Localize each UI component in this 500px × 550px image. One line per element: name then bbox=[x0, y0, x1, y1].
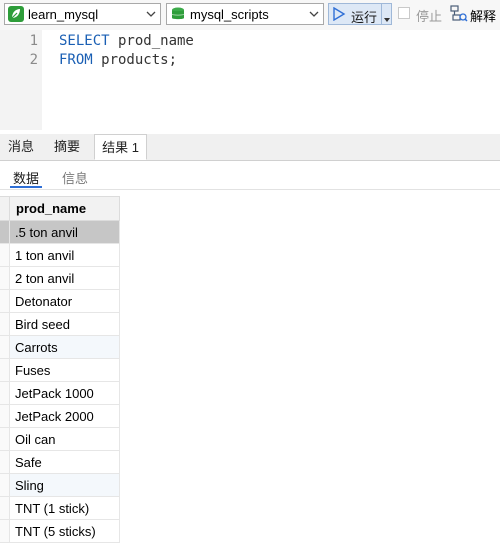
line-number: 1 bbox=[29, 33, 38, 49]
table-cell: Sling bbox=[15, 478, 44, 493]
table-cell: Bird seed bbox=[15, 317, 70, 332]
table-row[interactable]: TNT (5 sticks) bbox=[0, 520, 120, 543]
table-cell: Fuses bbox=[15, 363, 51, 378]
sql-keyword: SELECT bbox=[59, 33, 110, 49]
connection-label: learn_mysql bbox=[28, 7, 99, 22]
chevron-down-icon bbox=[146, 7, 156, 21]
database-label: mysql_scripts bbox=[190, 7, 269, 22]
table-row[interactable]: JetPack 1000 bbox=[0, 382, 120, 405]
table-cell: Oil can bbox=[15, 432, 56, 447]
code-line[interactable]: FROM products; bbox=[59, 52, 177, 68]
table-row[interactable]: Carrots bbox=[0, 336, 120, 359]
tab-messages[interactable]: 消息 bbox=[0, 134, 42, 160]
table-cell: TNT (5 sticks) bbox=[15, 524, 96, 539]
row-marker[interactable] bbox=[0, 497, 10, 519]
table-row[interactable]: 2 ton anvil bbox=[0, 267, 120, 290]
run-button[interactable]: 运行 bbox=[328, 3, 392, 25]
row-marker[interactable] bbox=[0, 336, 10, 358]
play-icon bbox=[332, 6, 346, 22]
row-marker[interactable] bbox=[0, 520, 10, 542]
explain-icon bbox=[450, 5, 468, 23]
table-cell: 1 ton anvil bbox=[15, 248, 75, 263]
database-select[interactable]: mysql_scripts bbox=[166, 3, 324, 25]
subtab-data[interactable]: 数据 bbox=[13, 168, 39, 187]
sql-keyword: FROM bbox=[59, 52, 93, 68]
table-cell: JetPack 2000 bbox=[15, 409, 94, 424]
table-cell: JetPack 1000 bbox=[15, 386, 94, 401]
table-cell: Safe bbox=[15, 455, 42, 470]
table-row[interactable]: TNT (1 stick) bbox=[0, 497, 120, 520]
row-marker[interactable] bbox=[0, 405, 10, 427]
table-row[interactable]: JetPack 2000 bbox=[0, 405, 120, 428]
connection-select[interactable]: learn_mysql bbox=[4, 3, 161, 25]
table-cell: TNT (1 stick) bbox=[15, 501, 90, 516]
toolbar: learn_mysql mysql_scripts 运行 停止 解释 bbox=[0, 0, 500, 30]
database-icon bbox=[170, 6, 186, 22]
line-number-gutter: 1 2 bbox=[0, 30, 42, 130]
tab-summary[interactable]: 摘要 bbox=[46, 134, 88, 160]
row-header-corner bbox=[0, 197, 10, 220]
result-tabs: 消息 摘要 结果 1 bbox=[0, 134, 500, 161]
divider bbox=[0, 189, 500, 190]
row-marker[interactable] bbox=[0, 267, 10, 289]
active-subtab-indicator bbox=[10, 186, 42, 188]
connection-leaf-icon bbox=[8, 6, 24, 22]
table-row[interactable]: Sling bbox=[0, 474, 120, 497]
stop-icon bbox=[398, 7, 410, 19]
explain-label: 解释 bbox=[470, 9, 497, 24]
row-marker[interactable] bbox=[0, 244, 10, 266]
run-divider bbox=[381, 4, 382, 24]
row-marker[interactable] bbox=[0, 359, 10, 381]
table-row[interactable]: Detonator bbox=[0, 290, 120, 313]
column-header-label: prod_name bbox=[16, 201, 87, 216]
table-cell: 2 ton anvil bbox=[15, 271, 75, 286]
caret-down-icon[interactable] bbox=[384, 11, 390, 22]
sql-editor[interactable]: 1 2 SELECT prod_name FROM products; bbox=[0, 30, 500, 130]
table-cell: .5 ton anvil bbox=[15, 225, 78, 240]
table-cell: Carrots bbox=[15, 340, 58, 355]
table-row[interactable]: Safe bbox=[0, 451, 120, 474]
tab-result-1[interactable]: 结果 1 bbox=[94, 134, 147, 160]
row-marker[interactable] bbox=[0, 428, 10, 450]
table-row[interactable]: Oil can bbox=[0, 428, 120, 451]
table-row[interactable]: 1 ton anvil bbox=[0, 244, 120, 267]
subtab-info[interactable]: 信息 bbox=[62, 168, 88, 187]
row-marker[interactable] bbox=[0, 474, 10, 496]
code-line[interactable]: SELECT prod_name bbox=[59, 33, 194, 49]
chevron-down-icon bbox=[309, 7, 319, 21]
run-label: 运行 bbox=[351, 10, 378, 25]
column-header[interactable]: prod_name bbox=[0, 196, 120, 221]
row-marker[interactable] bbox=[0, 290, 10, 312]
stop-label: 停止 bbox=[416, 9, 443, 24]
table-row[interactable]: Fuses bbox=[0, 359, 120, 382]
table-row[interactable]: Bird seed bbox=[0, 313, 120, 336]
row-marker[interactable] bbox=[0, 221, 10, 243]
sql-text: prod_name bbox=[109, 33, 194, 49]
sql-text: products; bbox=[92, 52, 178, 68]
table-cell: Detonator bbox=[15, 294, 73, 309]
table-row[interactable]: .5 ton anvil bbox=[0, 221, 120, 244]
line-number: 2 bbox=[29, 52, 38, 68]
row-marker[interactable] bbox=[0, 382, 10, 404]
result-subtabs: 数据 信息 bbox=[0, 161, 500, 189]
row-marker[interactable] bbox=[0, 451, 10, 473]
row-marker[interactable] bbox=[0, 313, 10, 335]
